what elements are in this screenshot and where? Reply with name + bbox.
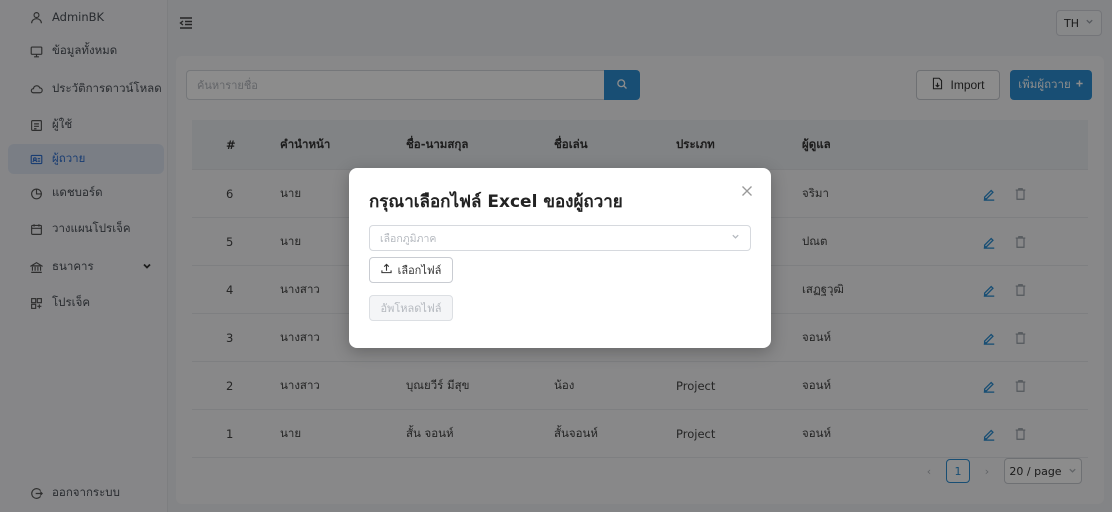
modal-title: กรุณาเลือกไฟล์ Excel ของผู้ถวาย <box>369 192 623 212</box>
region-select-placeholder: เลือกภูมิภาค <box>380 232 437 245</box>
choose-file-button[interactable]: เลือกไฟล์ <box>369 257 453 283</box>
chevron-down-icon <box>731 232 740 244</box>
upload-icon <box>380 263 392 277</box>
upload-file-label: อัพโหลดไฟล์ <box>380 303 442 315</box>
upload-file-button[interactable]: อัพโหลดไฟล์ <box>369 295 453 321</box>
import-excel-modal: กรุณาเลือกไฟล์ Excel ของผู้ถวาย เลือกภูม… <box>349 168 771 348</box>
region-select[interactable]: เลือกภูมิภาค <box>369 225 751 251</box>
choose-file-label: เลือกไฟล์ <box>397 265 442 277</box>
close-icon[interactable] <box>741 182 753 201</box>
